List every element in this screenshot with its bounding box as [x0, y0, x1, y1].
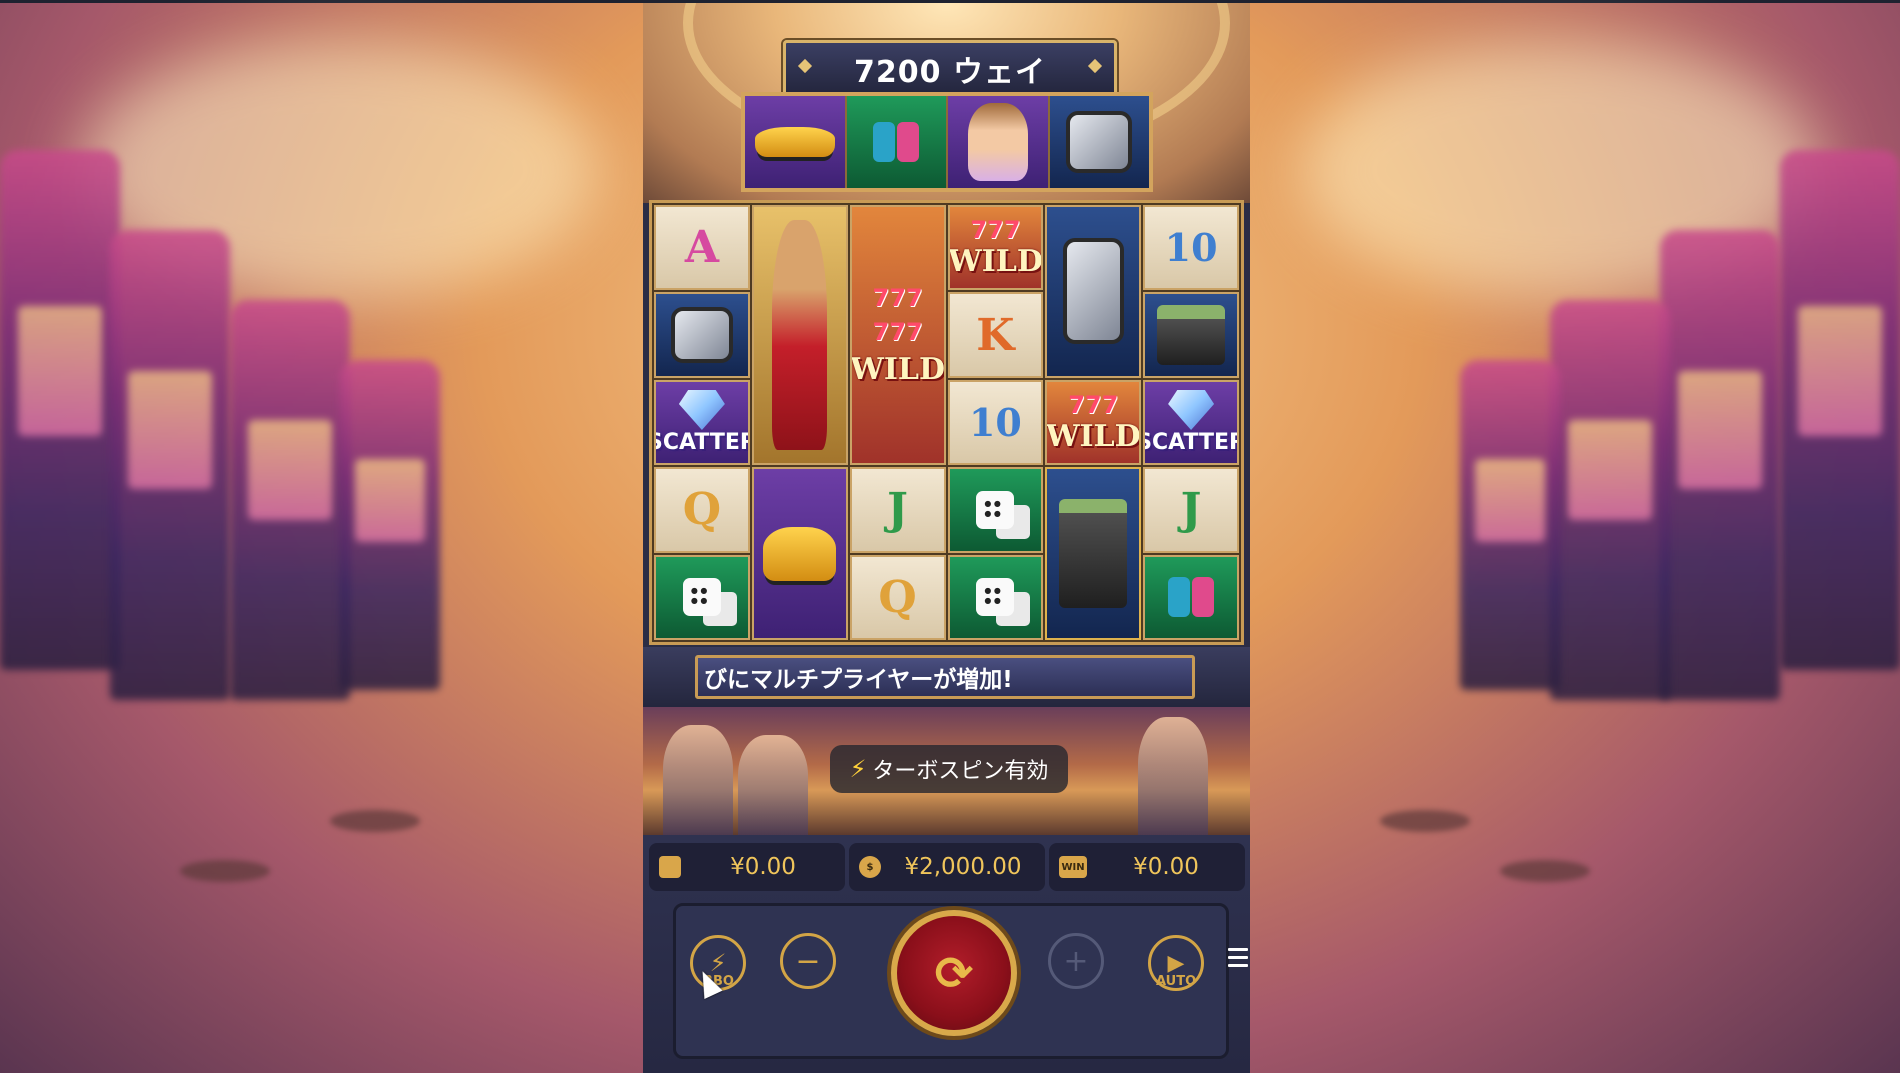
- info-banner: びにマルチプライヤーが増加!: [695, 655, 1195, 699]
- bet-display: ¥0.00: [649, 843, 845, 891]
- wild-symbol: 777 WILD: [1045, 379, 1142, 466]
- watch-symbol: [1045, 205, 1142, 378]
- lightning-icon: ⚡: [849, 755, 867, 783]
- wallet-icon: [659, 856, 681, 878]
- banner-text: びにマルチプライヤーが増加!: [704, 667, 1013, 693]
- bet-amount: ¥0.00: [730, 854, 796, 880]
- win-display: WIN ¥0.00: [1049, 843, 1245, 891]
- symbol-10: 10: [947, 379, 1044, 466]
- balance-display: $ ¥2,000.00: [849, 843, 1045, 891]
- decrease-bet-button[interactable]: −: [780, 933, 836, 989]
- watch-symbol: [654, 292, 750, 378]
- scatter-symbol: SCATTER: [1143, 379, 1239, 466]
- car-symbol: [745, 96, 847, 188]
- symbol-10: 10: [1143, 205, 1239, 291]
- win-amount: ¥0.00: [1133, 854, 1199, 880]
- dice-symbol: [947, 467, 1044, 553]
- ways-title: 7200 ウェイ: [854, 55, 1046, 90]
- lady-symbol: [948, 96, 1050, 188]
- symbol-k: K: [947, 292, 1044, 378]
- briefcase-symbol: [1143, 292, 1239, 378]
- dice-symbol: [654, 554, 750, 640]
- diamond-icon: [678, 389, 725, 430]
- dice-symbol: [947, 554, 1044, 640]
- slot-game: 7200 ウェイ A SCATTER Q 777 777 WILD J Q: [643, 3, 1250, 1073]
- watch-symbol: [1049, 96, 1149, 188]
- auto-label: AUTO: [1156, 974, 1197, 989]
- win-icon: WIN: [1059, 856, 1087, 878]
- wild-symbol: 777 WILD: [947, 205, 1044, 291]
- symbol-j: J: [849, 467, 946, 553]
- chips-symbol: [1143, 554, 1239, 640]
- turbo-toast: ⚡ ターボスピン有効: [830, 745, 1068, 793]
- diamond-icon: [1168, 389, 1215, 430]
- wild-slot-machine-symbol: 777 777 WILD: [849, 205, 946, 466]
- symbol-q: Q: [849, 554, 946, 640]
- ways-plaque: 7200 ウェイ: [783, 40, 1117, 98]
- car-symbol: [751, 467, 848, 640]
- symbol-j: J: [1143, 467, 1239, 553]
- reel-grid: A SCATTER Q 777 777 WILD J Q 777 WILD K …: [649, 200, 1244, 645]
- minus-icon: −: [795, 943, 821, 979]
- balance-amount: ¥2,000.00: [904, 854, 1022, 880]
- briefcase-symbol: [1045, 467, 1142, 640]
- menu-icon[interactable]: [1228, 948, 1248, 970]
- turbo-toast-text: ターボスピン有効: [872, 759, 1049, 784]
- coin-icon: $: [859, 856, 881, 878]
- chips-symbol: [846, 96, 948, 188]
- scatter-symbol: SCATTER: [654, 379, 750, 466]
- symbol-a: A: [654, 205, 750, 291]
- play-icon: ▶: [1167, 950, 1185, 976]
- spin-icon: ⟳: [934, 946, 974, 1000]
- increase-bet-button[interactable]: +: [1048, 933, 1104, 989]
- spin-button[interactable]: ⟳: [891, 910, 1017, 1036]
- symbol-q: Q: [654, 467, 750, 553]
- lady-red-dress-symbol: [751, 205, 848, 466]
- plus-icon: +: [1063, 943, 1089, 979]
- top-reel: [741, 92, 1153, 192]
